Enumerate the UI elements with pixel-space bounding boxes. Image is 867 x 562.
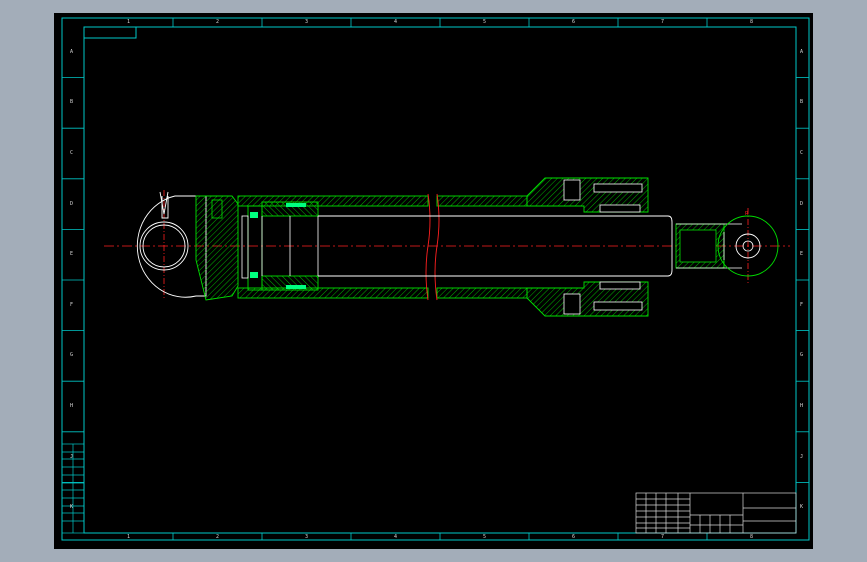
- zone-label: B: [800, 99, 804, 106]
- zone-label: E: [800, 251, 804, 258]
- base-block-section: [195, 195, 239, 301]
- zone-label: 8: [750, 533, 754, 540]
- zone-label: C: [70, 150, 74, 156]
- zone-label: K: [800, 504, 804, 511]
- zone-label: 6: [572, 19, 576, 25]
- zone-label: D: [800, 200, 804, 207]
- zone-label: H: [70, 403, 74, 409]
- zone-label: 1: [127, 533, 131, 540]
- zone-label: E: [70, 251, 74, 258]
- zone-label: 7: [661, 533, 665, 540]
- drawing-sheet: R: [54, 13, 813, 549]
- zone-label: 6: [572, 533, 576, 540]
- zone-label: G: [70, 352, 74, 359]
- zone-label: 1: [127, 19, 131, 25]
- zone-label: 4: [394, 533, 398, 540]
- zone-label: A: [70, 48, 74, 55]
- zone-label: J: [800, 453, 804, 460]
- sheet-background: [54, 13, 813, 549]
- zone-label: 3: [305, 533, 309, 540]
- zone-label: J: [70, 453, 74, 460]
- zone-label: 7: [661, 19, 665, 25]
- barrel-top-wall-right: [436, 195, 528, 207]
- zone-label: K: [70, 504, 74, 511]
- zone-label: C: [800, 150, 804, 156]
- zone-label: 5: [483, 533, 487, 540]
- zone-label: F: [800, 301, 804, 308]
- zone-label: B: [70, 99, 74, 106]
- zone-label: 2: [216, 19, 220, 25]
- zone-label: F: [70, 301, 74, 308]
- zone-label: 2: [216, 533, 220, 540]
- zone-label: G: [800, 352, 804, 359]
- zone-label: H: [800, 403, 804, 409]
- zone-label: D: [70, 200, 74, 207]
- zone-label: A: [800, 48, 804, 55]
- barrel-bottom-wall-right: [436, 287, 528, 299]
- zone-label: 8: [750, 19, 754, 25]
- zone-label: 3: [305, 19, 309, 25]
- zone-label: 5: [483, 19, 487, 25]
- zone-label: 4: [394, 19, 398, 25]
- rod-eye-mark: R: [745, 211, 749, 217]
